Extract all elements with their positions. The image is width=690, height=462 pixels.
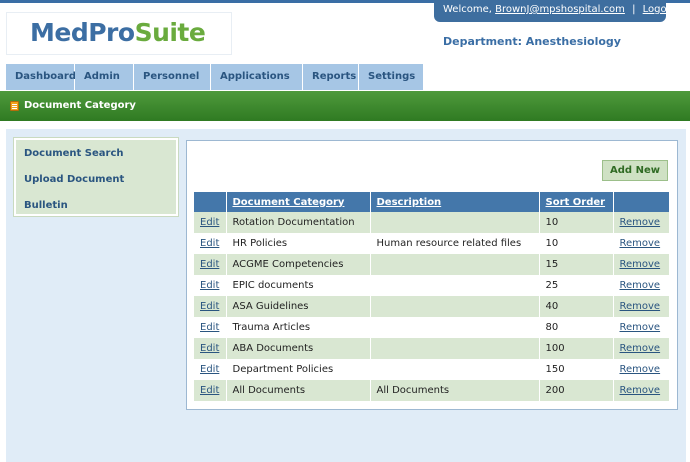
table-row: Edit Department Policies 150 Remove xyxy=(194,359,670,380)
table-row: Edit ASA Guidelines 40 Remove xyxy=(194,296,670,317)
edit-link[interactable]: Edit xyxy=(194,254,227,275)
column-header-category[interactable]: Document Category xyxy=(226,192,371,212)
user-email-link[interactable]: BrownJ@mpshospital.com xyxy=(495,4,625,15)
department-label: Department: Anesthesiology xyxy=(443,35,621,48)
table-row: Edit All Documents All Documents 200 Rem… xyxy=(194,380,670,401)
sidebar-panel: Document Search Upload Document Bulletin xyxy=(13,137,179,217)
remove-link[interactable]: Remove xyxy=(613,275,670,296)
tab-admin[interactable]: Admin xyxy=(75,64,134,90)
edit-link[interactable]: Edit xyxy=(194,380,227,401)
category-cell: ABA Documents xyxy=(226,338,371,359)
category-cell: HR Policies xyxy=(226,233,371,254)
add-new-button[interactable]: Add New xyxy=(602,160,668,181)
sidebar-item-bulletin[interactable]: Bulletin xyxy=(24,200,68,211)
description-cell xyxy=(370,359,540,380)
description-cell xyxy=(370,254,540,275)
table-header-row: Document Category Description Sort Order xyxy=(194,192,670,212)
edit-link[interactable]: Edit xyxy=(194,338,227,359)
sort-order-cell: 10 xyxy=(539,212,614,233)
description-cell: Human resource related files xyxy=(370,233,540,254)
welcome-text: Welcome, xyxy=(443,4,492,15)
table-row: Edit EPIC documents 25 Remove xyxy=(194,275,670,296)
description-cell xyxy=(370,338,540,359)
column-header-remove xyxy=(613,192,670,212)
sort-order-cell: 150 xyxy=(539,359,614,380)
remove-link[interactable]: Remove xyxy=(613,338,670,359)
remove-link[interactable]: Remove xyxy=(613,254,670,275)
tab-reports[interactable]: Reports xyxy=(303,64,359,90)
app-logo: MedProSuite xyxy=(30,18,206,47)
category-cell: ASA Guidelines xyxy=(226,296,371,317)
page-title: Document Category xyxy=(24,100,136,111)
sort-order-cell: 200 xyxy=(539,380,614,401)
tab-dashboard[interactable]: Dashboard xyxy=(6,64,76,90)
sort-order-cell: 100 xyxy=(539,338,614,359)
edit-link[interactable]: Edit xyxy=(194,296,227,317)
document-icon xyxy=(10,101,19,111)
welcome-bar: Welcome, BrownJ@mpshospital.com | Logout xyxy=(434,0,677,22)
logo-text-suite: Suite xyxy=(134,18,206,47)
edit-link[interactable]: Edit xyxy=(194,233,227,254)
edit-link[interactable]: Edit xyxy=(194,212,227,233)
description-cell xyxy=(370,296,540,317)
remove-link[interactable]: Remove xyxy=(613,212,670,233)
remove-link[interactable]: Remove xyxy=(613,380,670,401)
document-category-table: Document Category Description Sort Order… xyxy=(194,192,670,401)
column-header-description[interactable]: Description xyxy=(370,192,540,212)
description-cell xyxy=(370,317,540,338)
category-cell: Trauma Articles xyxy=(226,317,371,338)
sidebar-item-document-search[interactable]: Document Search xyxy=(24,148,124,159)
table-row: Edit ACGME Competencies 15 Remove xyxy=(194,254,670,275)
sort-order-cell: 15 xyxy=(539,254,614,275)
sidebar-item-upload-document[interactable]: Upload Document xyxy=(24,174,124,185)
remove-link[interactable]: Remove xyxy=(613,296,670,317)
page-title-bar: Document Category xyxy=(0,91,690,121)
logo-text-medpro: MedPro xyxy=(30,18,135,47)
tab-applications[interactable]: Applications xyxy=(211,64,303,90)
sort-order-cell: 80 xyxy=(539,317,614,338)
sort-order-cell: 40 xyxy=(539,296,614,317)
category-cell: Rotation Documentation xyxy=(226,212,371,233)
category-cell: All Documents xyxy=(226,380,371,401)
description-cell xyxy=(370,275,540,296)
sort-order-cell: 25 xyxy=(539,275,614,296)
edit-link[interactable]: Edit xyxy=(194,275,227,296)
logout-link[interactable]: Logout xyxy=(643,4,677,15)
tab-personnel[interactable]: Personnel xyxy=(134,64,211,90)
table-row: Edit ABA Documents 100 Remove xyxy=(194,338,670,359)
column-header-sort-order[interactable]: Sort Order xyxy=(539,192,614,212)
edit-link[interactable]: Edit xyxy=(194,317,227,338)
tab-settings[interactable]: Settings xyxy=(359,64,424,90)
description-cell: All Documents xyxy=(370,380,540,401)
welcome-separator: | xyxy=(632,4,636,15)
description-cell xyxy=(370,212,540,233)
remove-link[interactable]: Remove xyxy=(613,317,670,338)
remove-link[interactable]: Remove xyxy=(613,359,670,380)
main-nav: Dashboard Admin Personnel Applications R… xyxy=(6,64,424,90)
sort-order-cell: 10 xyxy=(539,233,614,254)
table-row: Edit HR Policies Human resource related … xyxy=(194,233,670,254)
remove-link[interactable]: Remove xyxy=(613,233,670,254)
category-cell: Department Policies xyxy=(226,359,371,380)
table-row: Edit Rotation Documentation 10 Remove xyxy=(194,212,670,233)
column-header-edit xyxy=(194,192,227,212)
category-cell: EPIC documents xyxy=(226,275,371,296)
edit-link[interactable]: Edit xyxy=(194,359,227,380)
table-row: Edit Trauma Articles 80 Remove xyxy=(194,317,670,338)
category-cell: ACGME Competencies xyxy=(226,254,371,275)
